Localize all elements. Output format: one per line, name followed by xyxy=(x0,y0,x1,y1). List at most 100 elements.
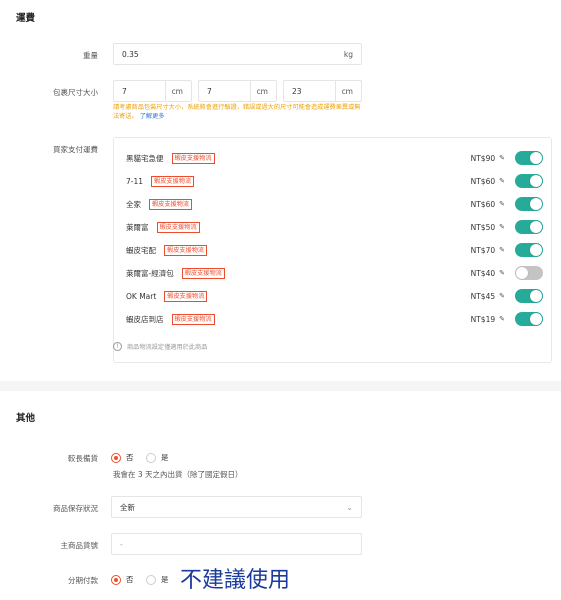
learn-more-link[interactable]: 了解更多 xyxy=(140,113,165,120)
preorder-yes-radio[interactable]: 是 xyxy=(146,452,169,463)
method-price[interactable]: NT$70 ✎ xyxy=(471,246,505,255)
method-toggle[interactable] xyxy=(515,197,543,211)
sku-value: - xyxy=(120,539,123,549)
length-input[interactable]: 7 cm xyxy=(113,80,192,102)
shipping-method-row: 黑貓宅急便 蝦皮支援物流 NT$90 ✎ xyxy=(126,150,543,166)
length-value: 7 xyxy=(122,86,127,96)
shipping-method-row: 萊爾富 蝦皮支援物流 NT$50 ✎ xyxy=(126,219,543,235)
price-value: NT$40 xyxy=(470,268,496,278)
method-toggle[interactable] xyxy=(515,220,543,234)
radio-label: 否 xyxy=(126,453,134,462)
method-price[interactable]: NT$90 ✎ xyxy=(471,154,505,163)
installment-no-radio[interactable]: 否 xyxy=(111,574,134,585)
handwritten-annotation: 不建議使用 xyxy=(180,568,291,593)
chevron-down-icon: ⌄ xyxy=(346,502,353,512)
weight-input[interactable]: 0.35 kg xyxy=(113,43,362,65)
weight-label: 重量 xyxy=(83,51,98,60)
method-toggle[interactable] xyxy=(515,289,543,303)
support-tag: 蝦皮支援物流 xyxy=(164,244,208,256)
method-name: 蝦皮宅配 xyxy=(126,245,156,255)
method-name: 7-11 xyxy=(126,176,144,186)
weight-unit: kg xyxy=(343,49,353,59)
shipping-method-row: 蝦皮店到店 蝦皮支援物流 NT$19 ✎ xyxy=(126,311,543,327)
note-text: 商品物流設定僅適用於此商品 xyxy=(127,344,208,351)
shipping-section: 運費 重量 0.35 kg 包裹尺寸大小 7 cm 7 cm 23 cm 請考慮… xyxy=(0,0,561,381)
radio-unselected-icon xyxy=(146,574,156,585)
pencil-icon[interactable]: ✎ xyxy=(499,177,505,185)
method-price[interactable]: NT$40 ✎ xyxy=(471,269,505,278)
toggle-knob xyxy=(530,175,542,187)
method-name: 全家 xyxy=(126,199,141,209)
method-name: OK Mart xyxy=(126,291,157,301)
pencil-icon[interactable]: ✎ xyxy=(499,269,505,277)
support-tag: 蝦皮支援物流 xyxy=(156,221,200,233)
width-unit: cm xyxy=(249,81,268,101)
method-name: 萊爾富 xyxy=(126,222,149,232)
condition-label: 商品保存狀況 xyxy=(53,504,98,513)
toggle-knob xyxy=(530,221,542,233)
width-value: 7 xyxy=(207,86,212,96)
method-price[interactable]: NT$19 ✎ xyxy=(471,315,505,324)
radio-selected-icon xyxy=(111,574,121,585)
method-price[interactable]: NT$60 ✎ xyxy=(471,200,505,209)
shipping-method-row: 萊爾富-經濟包 蝦皮支援物流 NT$40 ✎ xyxy=(126,265,543,281)
shipping-method-row: OK Mart 蝦皮支援物流 NT$45 ✎ xyxy=(126,288,543,304)
installment-label: 分期付款 xyxy=(68,576,98,585)
method-toggle[interactable] xyxy=(515,243,543,257)
radio-unselected-icon xyxy=(146,452,156,463)
pencil-icon[interactable]: ✎ xyxy=(499,223,505,231)
height-input[interactable]: 23 cm xyxy=(283,80,362,102)
price-value: NT$19 xyxy=(470,314,496,324)
shipping-title: 運費 xyxy=(16,13,36,24)
method-toggle[interactable] xyxy=(515,312,543,326)
length-unit: cm xyxy=(164,81,183,101)
info-icon: ! xyxy=(113,342,122,351)
price-value: NT$60 xyxy=(470,176,496,186)
toggle-knob xyxy=(530,290,542,302)
support-tag: 蝦皮支援物流 xyxy=(181,267,225,279)
pencil-icon[interactable]: ✎ xyxy=(499,246,505,254)
installment-yes-radio[interactable]: 是 xyxy=(146,574,169,585)
pencil-icon[interactable]: ✎ xyxy=(499,315,505,323)
toggle-knob xyxy=(530,152,542,164)
price-value: NT$60 xyxy=(470,199,496,209)
method-name: 黑貓宅急便 xyxy=(126,153,164,163)
toggle-knob xyxy=(530,198,542,210)
method-price[interactable]: NT$45 ✎ xyxy=(471,292,505,301)
pencil-icon[interactable]: ✎ xyxy=(499,292,505,300)
method-toggle[interactable] xyxy=(515,174,543,188)
method-toggle[interactable] xyxy=(515,151,543,165)
sku-label: 主商品貨號 xyxy=(60,541,99,550)
width-input[interactable]: 7 cm xyxy=(198,80,277,102)
shipping-note: ! 商品物流設定僅適用於此商品 xyxy=(113,342,207,351)
shipping-method-row: 全家 蝦皮支援物流 NT$60 ✎ xyxy=(126,196,543,212)
shipping-fee-label: 買家支付運費 xyxy=(53,145,98,154)
support-tag: 蝦皮支援物流 xyxy=(151,175,195,187)
radio-selected-icon xyxy=(111,452,121,463)
method-name: 蝦皮店到店 xyxy=(126,314,164,324)
method-price[interactable]: NT$60 ✎ xyxy=(471,177,505,186)
toggle-knob xyxy=(516,267,528,279)
pencil-icon[interactable]: ✎ xyxy=(499,154,505,162)
radio-label: 是 xyxy=(161,575,169,584)
radio-label: 否 xyxy=(126,575,134,584)
radio-label: 是 xyxy=(161,453,169,462)
pencil-icon[interactable]: ✎ xyxy=(499,200,505,208)
preorder-label: 較長備貨 xyxy=(68,454,98,463)
support-tag: 蝦皮支援物流 xyxy=(171,152,215,164)
method-toggle[interactable] xyxy=(515,266,543,280)
sku-input[interactable]: - xyxy=(111,533,362,555)
method-name: 萊爾富-經濟包 xyxy=(126,268,174,278)
preorder-no-radio[interactable]: 否 xyxy=(111,452,134,463)
shipping-methods-box: 黑貓宅急便 蝦皮支援物流 NT$90 ✎ 7-11 蝦皮支援物流 NT$60 ✎ 全… xyxy=(113,137,552,363)
weight-value: 0.35 xyxy=(122,49,139,59)
height-value: 23 xyxy=(292,86,302,96)
other-title: 其他 xyxy=(16,413,36,424)
dimensions-label: 包裹尺寸大小 xyxy=(53,88,98,97)
condition-value: 全新 xyxy=(120,502,135,512)
toggle-knob xyxy=(530,313,542,325)
height-unit: cm xyxy=(334,81,353,101)
method-price[interactable]: NT$50 ✎ xyxy=(471,223,505,232)
condition-select[interactable]: 全新 ⌄ xyxy=(111,496,362,518)
price-value: NT$50 xyxy=(470,222,496,232)
